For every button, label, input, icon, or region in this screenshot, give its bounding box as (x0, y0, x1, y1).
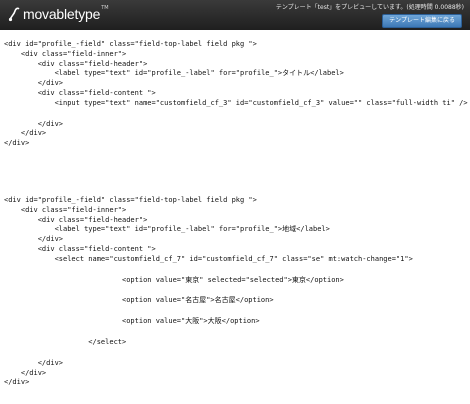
code-line: <div id="profile_-field" class="field-to… (4, 196, 257, 204)
code-line: </div> (4, 119, 64, 128)
code-line: </div> (4, 139, 30, 148)
code-line: </div> (4, 79, 64, 88)
logo-text: movabletype (23, 6, 101, 22)
code-block-title-field: <div id="profile_-field" class="field-to… (4, 40, 468, 149)
movabletype-mark-icon (8, 6, 20, 22)
movabletype-logo[interactable]: movabletype TM (8, 4, 109, 24)
code-line: </div> (4, 378, 30, 387)
code-block-region-field: <div id="profile_-field" class="field-to… (4, 196, 413, 388)
code-line: <option value="名古屋">名古屋</option> (4, 296, 274, 305)
code-line: <div id="profile_-field" class="field-to… (4, 40, 257, 48)
code-line: <div class="field-inner"> (4, 49, 127, 58)
code-line: <select name="customfield_cf_7" id="cust… (4, 254, 413, 263)
code-line: <div class="field-header"> (4, 215, 148, 224)
code-line: </select> (4, 337, 127, 346)
code-line: <label type="text" id="profile_-label" f… (4, 69, 344, 78)
code-line: <div class="field-header"> (4, 59, 148, 68)
code-line: </div> (4, 358, 64, 367)
code-line: <label type="text" id="profile_-label" f… (4, 225, 330, 234)
code-line: <input type="text" name="customfield_cf_… (4, 98, 468, 107)
code-line: </div> (4, 368, 47, 377)
back-to-template-edit-button[interactable]: テンプレート編集に戻る (382, 14, 462, 28)
logo-trademark: TM (101, 5, 109, 11)
code-line: <option value="大阪">大阪</option> (4, 317, 260, 326)
top-bar: movabletype TM テンプレート「test」をプレビューしています。(… (0, 0, 470, 30)
code-line: <option value="東京" selected="selected">東… (4, 275, 344, 284)
code-line: </div> (4, 235, 64, 244)
code-line: <div class="field-content "> (4, 244, 156, 253)
preview-status-message: テンプレート「test」をプレビューしています。(処理時間 0.0088秒) (275, 4, 464, 11)
code-line: <div class="field-inner"> (4, 205, 127, 214)
code-line: <div class="field-content "> (4, 88, 156, 97)
code-line: </div> (4, 129, 47, 138)
